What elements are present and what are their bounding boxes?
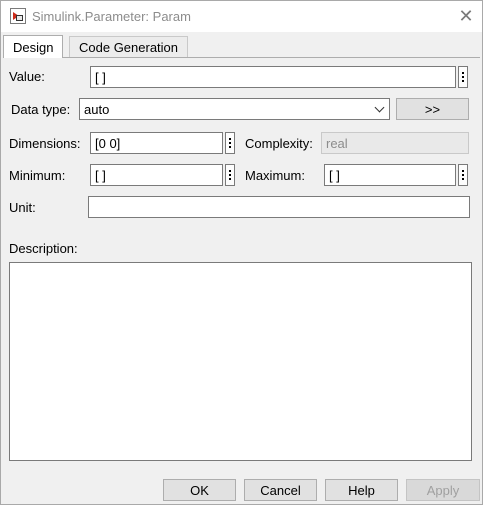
tab-code-generation[interactable]: Code Generation [69, 36, 189, 58]
datatype-value: auto [84, 101, 110, 117]
design-panel: Value: [ ] Data type: auto >> Dimensions… [3, 57, 480, 471]
dialog-window: Simulink.Parameter: Param ✕ Design Code … [0, 0, 483, 505]
maximum-more-icon[interactable] [458, 164, 468, 186]
close-icon[interactable]: ✕ [450, 1, 482, 32]
complexity-label: Complexity: [245, 136, 313, 151]
minimum-more-icon[interactable] [225, 164, 235, 186]
dimensions-label: Dimensions: [9, 136, 81, 151]
datatype-select[interactable]: auto [79, 98, 390, 120]
dimensions-field[interactable]: [0 0] [90, 132, 223, 154]
datatype-label: Data type: [11, 102, 71, 117]
cancel-button[interactable]: Cancel [244, 479, 317, 501]
apply-button[interactable]: Apply [406, 479, 480, 501]
value-label: Value: [9, 69, 45, 84]
chevron-down-icon [374, 102, 385, 113]
maximum-label: Maximum: [245, 168, 305, 183]
minimum-field[interactable]: [ ] [90, 164, 223, 186]
tab-bar: Design Code Generation [3, 35, 482, 58]
help-button[interactable]: Help [325, 479, 398, 501]
maximum-field[interactable]: [ ] [324, 164, 456, 186]
dimensions-more-icon[interactable] [225, 132, 235, 154]
ok-button[interactable]: OK [163, 479, 236, 501]
value-more-icon[interactable] [458, 66, 468, 88]
datatype-assistant-button[interactable]: >> [396, 98, 469, 120]
description-label: Description: [9, 241, 78, 256]
simulink-parameter-icon [10, 8, 26, 24]
tab-design[interactable]: Design [3, 35, 64, 58]
value-field[interactable]: [ ] [90, 66, 456, 88]
minimum-label: Minimum: [9, 168, 66, 183]
complexity-field: real [321, 132, 469, 154]
unit-field[interactable] [88, 196, 470, 218]
title-bar[interactable]: Simulink.Parameter: Param ✕ [1, 1, 482, 32]
window-title: Simulink.Parameter: Param [32, 9, 191, 24]
description-textarea[interactable] [9, 262, 472, 461]
unit-label: Unit: [9, 200, 36, 215]
